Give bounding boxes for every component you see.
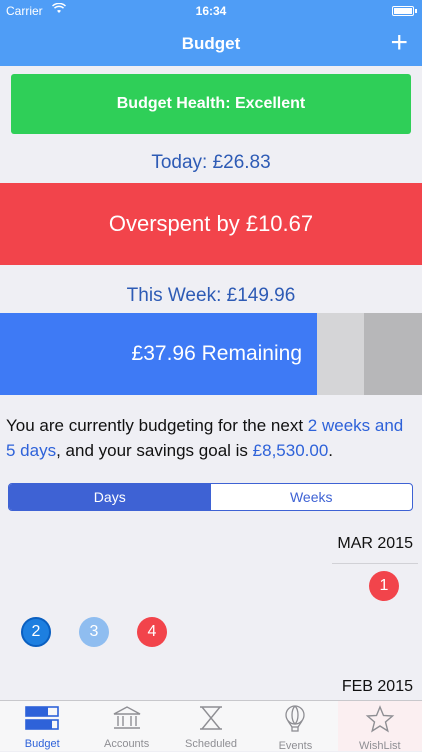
page-title: Budget [181, 34, 241, 53]
tab-label-budget: Budget [24, 738, 60, 750]
summary-middle: , and your savings goal is [56, 441, 253, 460]
clock: 16:34 [195, 4, 227, 18]
budget-summary-text: You are currently budgeting for the next… [6, 413, 416, 463]
days-segment[interactable]: Days [9, 484, 211, 510]
battery-icon [392, 6, 417, 16]
summary-suffix: . [328, 441, 334, 460]
tab-label-events: Events [278, 740, 313, 752]
tab-events[interactable]: Events [253, 701, 337, 752]
balloon-icon [280, 705, 310, 738]
weeks-segment[interactable]: Weeks [211, 484, 413, 510]
event-dot-2[interactable]: 2 [21, 617, 51, 647]
status-bar: Carrier 16:34 [0, 0, 422, 22]
week-remaining-bar[interactable]: £37.96 Remaining [0, 313, 422, 395]
event-dot-4[interactable]: 4 [137, 617, 167, 647]
add-button[interactable]: + [390, 28, 408, 58]
tab-scheduled[interactable]: Scheduled [169, 701, 253, 751]
month-header-mar: MAR 2015 [337, 535, 413, 552]
star-icon [365, 705, 395, 738]
tab-budget[interactable]: Budget [0, 701, 84, 751]
navigation-bar: Budget + [0, 22, 422, 66]
today-total: Today: £26.83 [151, 152, 271, 173]
tab-label-accounts: Accounts [103, 738, 150, 750]
hourglass-icon [196, 705, 226, 736]
remaining-track-light [317, 313, 364, 395]
summary-prefix: You are currently budgeting for the next [6, 416, 308, 435]
remaining-label: £37.96 Remaining [131, 342, 302, 365]
tab-label-scheduled: Scheduled [185, 738, 238, 750]
month-divider [332, 563, 418, 564]
overspent-banner[interactable]: Overspent by £10.67 [0, 183, 422, 265]
week-total: This Week: £149.96 [126, 285, 296, 306]
event-dot-1[interactable]: 1 [369, 571, 399, 601]
tab-label-wishlist: WishList [359, 740, 401, 752]
period-segmented-control: Days Weeks [8, 483, 413, 511]
budget-health-banner[interactable]: Budget Health: Excellent [11, 74, 411, 134]
tab-wishlist[interactable]: WishList [337, 701, 422, 752]
tab-bar: Budget Accounts Scheduled Events WishLis… [0, 700, 422, 752]
tab-accounts[interactable]: Accounts [84, 701, 168, 751]
bank-icon [112, 705, 142, 736]
month-header-feb: FEB 2015 [341, 678, 413, 695]
event-dot-3[interactable]: 3 [79, 617, 109, 647]
savings-goal-link[interactable]: £8,530.00 [253, 441, 329, 460]
budget-icon [25, 705, 60, 736]
